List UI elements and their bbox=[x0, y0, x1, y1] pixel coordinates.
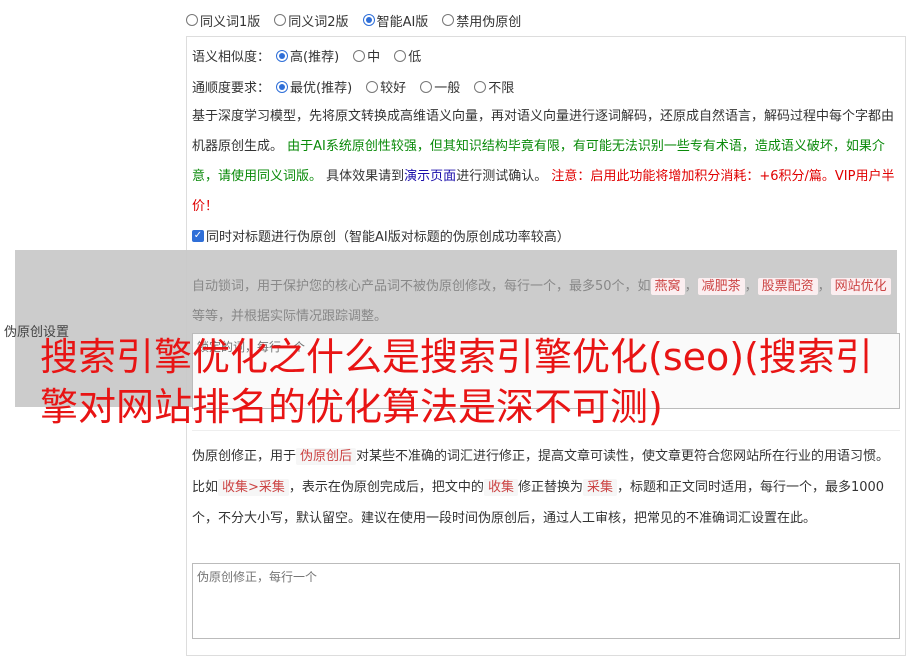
fluency-option-label: 一般 bbox=[434, 81, 461, 96]
mode-option-synonym-1[interactable]: 同义词1版 bbox=[186, 11, 260, 30]
radio-selected-icon[interactable] bbox=[276, 49, 289, 62]
mode-option-label: 禁用伪原创 bbox=[456, 14, 522, 30]
fix-tag: 收集>采集 bbox=[218, 479, 289, 496]
ai-description-demo-suffix: 进行测试确认。 bbox=[456, 169, 548, 184]
fluency-label: 通顺度要求： bbox=[192, 81, 271, 96]
fix-words-input[interactable] bbox=[192, 563, 900, 639]
mode-option-disable[interactable]: 禁用伪原创 bbox=[442, 11, 521, 30]
fix-desc-text: 伪原创修正，用于 bbox=[192, 449, 297, 464]
similarity-option-label: 低 bbox=[408, 50, 422, 65]
mode-option-synonym-2[interactable]: 同义词2版 bbox=[274, 11, 349, 30]
fix-tag: 伪原创后 bbox=[296, 448, 357, 465]
similarity-option-label: 高(推荐) bbox=[290, 50, 340, 65]
checkbox-checked-icon[interactable]: ✓ bbox=[192, 229, 204, 242]
radio-icon[interactable] bbox=[394, 49, 407, 62]
fix-tag: 收集 bbox=[483, 479, 518, 496]
radio-selected-icon[interactable] bbox=[362, 14, 375, 26]
lock-words-description: 自动锁词，用于保护您的核心产品词不被伪原创修改，每行一个，最多50个，如 燕窝，减… bbox=[192, 272, 898, 332]
radio-icon[interactable] bbox=[366, 80, 379, 93]
radio-selected-icon[interactable] bbox=[276, 80, 289, 93]
similarity-option-high[interactable]: 高(推荐) bbox=[276, 46, 339, 65]
fix-description: 伪原创修正，用于 伪原创后 对某些不准确的词汇进行修正，提高文章可读性，使文章更符合… bbox=[192, 441, 902, 534]
ai-description-demo-prefix: 具体效果请到 bbox=[326, 169, 405, 184]
lock-word-example: 股票配资 bbox=[757, 278, 818, 295]
demo-page-link[interactable]: 演示页面 bbox=[404, 169, 456, 184]
lock-word-example: 减肥茶 bbox=[697, 278, 745, 295]
fluency-option-label: 不限 bbox=[488, 81, 515, 96]
fluency-option-best[interactable]: 最优(推荐) bbox=[276, 77, 352, 96]
similarity-option-low[interactable]: 低 bbox=[394, 46, 421, 65]
similarity-row: 语义相似度： 高(推荐) 中 低 bbox=[192, 46, 421, 65]
fix-desc-text: 修正替换为 bbox=[517, 480, 583, 495]
radio-icon[interactable] bbox=[442, 14, 455, 26]
similarity-label: 语义相似度： bbox=[192, 50, 271, 65]
fluency-option-label: 较好 bbox=[380, 81, 407, 96]
mode-option-label: 同义词2版 bbox=[288, 14, 349, 30]
overlay-title: 搜索引擎优化之什么是搜索引擎优化(seo)(搜索引擎对网站排名的优化算法是深不可… bbox=[40, 335, 873, 429]
fluency-option-any[interactable]: 不限 bbox=[474, 77, 514, 96]
lock-word-example: 燕窝 bbox=[650, 278, 685, 295]
radio-icon[interactable] bbox=[420, 80, 433, 93]
ai-description: 基于深度学习模型，先将原文转换成高维语义向量，再对语义向量进行逐词解码，还原成自… bbox=[192, 102, 898, 222]
title-rewrite-label: 同时对标题进行伪原创（智能AI版对标题的伪原创成功率较高） bbox=[206, 230, 570, 245]
mode-radio-group: 同义词1版 同义词2版 智能AI版 禁用伪原创 bbox=[186, 10, 521, 30]
radio-icon[interactable] bbox=[353, 49, 366, 62]
radio-icon[interactable] bbox=[186, 14, 198, 26]
similarity-option-label: 中 bbox=[367, 50, 381, 65]
lock-words-desc-suffix: 等等，并根据实际情况跟踪调整。 bbox=[192, 309, 388, 324]
mode-option-label: 同义词1版 bbox=[200, 14, 261, 30]
title-rewrite-checkbox-row[interactable]: ✓ 同时对标题进行伪原创（智能AI版对标题的伪原创成功率较高） bbox=[192, 226, 570, 245]
fix-desc-text: ，表示在伪原创完成后，把文中的 bbox=[288, 480, 484, 495]
similarity-option-medium[interactable]: 中 bbox=[353, 46, 380, 65]
radio-icon[interactable] bbox=[474, 80, 487, 93]
mode-option-smart-ai[interactable]: 智能AI版 bbox=[362, 11, 429, 30]
fluency-option-normal[interactable]: 一般 bbox=[420, 77, 460, 96]
lock-word-example: 网站优化 bbox=[830, 278, 891, 295]
lock-words-desc-prefix: 自动锁词，用于保护您的核心产品词不被伪原创修改，每行一个，最多50个，如 bbox=[192, 279, 651, 294]
mode-option-label: 智能AI版 bbox=[376, 14, 429, 30]
fluency-option-label: 最优(推荐) bbox=[290, 81, 353, 96]
fluency-option-good[interactable]: 较好 bbox=[366, 77, 406, 96]
radio-icon[interactable] bbox=[274, 14, 287, 26]
fix-tag: 采集 bbox=[582, 479, 617, 496]
fluency-row: 通顺度要求： 最优(推荐) 较好 一般 不限 bbox=[192, 77, 514, 96]
